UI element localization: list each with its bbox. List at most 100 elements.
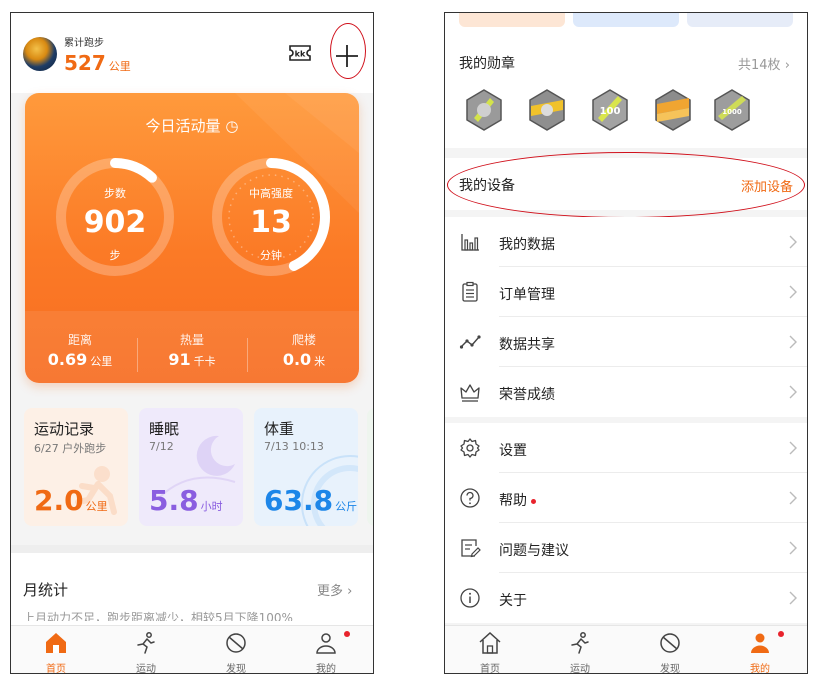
- exercise-record-card[interactable]: 运动记录 6/27 户外跑步 2.0 公里: [24, 408, 128, 526]
- gear-icon: [460, 438, 480, 458]
- avatar[interactable]: [23, 37, 57, 71]
- monthly-more-link[interactable]: 更多 ›: [317, 580, 352, 599]
- notification-dot: [344, 631, 350, 637]
- steps-unit: 步: [109, 249, 121, 262]
- total-run-value: 527: [64, 51, 106, 75]
- annotation-circle-add: [330, 23, 366, 79]
- weight-card[interactable]: 体重 7/13 10:13 63.8 公斤: [254, 408, 358, 526]
- sleep-title: 睡眠: [149, 420, 180, 438]
- chevron-right-icon: [789, 235, 797, 249]
- chevron-right-icon: [789, 335, 797, 349]
- menu-row-about[interactable]: 关于: [445, 573, 807, 623]
- medals-count-link[interactable]: 共14枚 ›: [738, 54, 790, 73]
- floors-value: 0.0: [282, 350, 312, 369]
- steps-value: 902: [83, 205, 147, 240]
- calories-value: 91: [168, 350, 191, 369]
- medal-badge-5[interactable]: 1000: [710, 88, 754, 132]
- menu-label: 问题与建议: [499, 543, 569, 559]
- menu-row-help[interactable]: 帮助: [445, 473, 807, 523]
- tab-home[interactable]: 首页: [11, 626, 101, 674]
- planet-icon: [226, 633, 246, 653]
- home-icon: [46, 633, 66, 653]
- weight-title: 体重: [264, 420, 295, 438]
- menu-row-feedback[interactable]: 问题与建议: [445, 523, 807, 573]
- chevron-right-icon: [789, 441, 797, 455]
- sleep-card[interactable]: 睡眠 7/12 5.8 小时: [139, 408, 243, 526]
- home-icon: [479, 631, 501, 654]
- chevron-right-icon: ›: [784, 58, 790, 73]
- tab-sport-label: 运动: [136, 664, 156, 674]
- runner-icon: [137, 632, 155, 654]
- clock-icon: ◷: [225, 117, 239, 135]
- tab-discover[interactable]: 发现: [191, 626, 281, 673]
- menu-row-data-share[interactable]: 数据共享: [445, 317, 807, 367]
- tab-me-label: 我的: [316, 664, 336, 674]
- medals-section: 我的勋章 共14枚 › 100 1000: [445, 13, 807, 148]
- steps-label: 步数: [104, 187, 126, 200]
- next-card-peek: [367, 408, 373, 526]
- sleep-subtitle: 7/12: [149, 440, 174, 453]
- distance-stat: 距离 0.69 公里: [25, 331, 135, 369]
- menu-label: 荣誉成绩: [499, 387, 555, 403]
- floors-stat: 爬楼 0.0 米: [249, 331, 359, 369]
- annotation-circle-devices: [447, 152, 805, 218]
- medal-badge-3[interactable]: 100: [588, 88, 632, 132]
- menu-label: 帮助: [499, 490, 536, 510]
- menu-label: 我的数据: [499, 237, 555, 253]
- exercise-record-value: 2.0 公里: [34, 484, 108, 517]
- kk-ticket-icon[interactable]: kk: [287, 43, 313, 63]
- distance-unit: 公里: [90, 355, 113, 368]
- bottom-tab-bar: 首页 运动 发现 我的: [11, 625, 373, 674]
- tab-home-label: 首页: [480, 664, 500, 674]
- home-header: 累计跑步 527 公里 kk: [11, 13, 373, 93]
- menu-label: 关于: [499, 593, 527, 609]
- weight-subtitle: 7/13 10:13: [264, 440, 324, 453]
- notification-dot: [778, 631, 784, 637]
- chevron-right-icon: [789, 491, 797, 505]
- floors-label: 爬楼: [291, 333, 316, 347]
- summary-tile: [687, 13, 793, 27]
- floors-unit: 米: [314, 355, 326, 368]
- planet-icon: [660, 633, 680, 653]
- tab-discover[interactable]: 发现: [625, 626, 715, 673]
- medals-title: 我的勋章: [459, 56, 515, 72]
- weight-value: 63.8 公斤: [264, 484, 358, 517]
- menu-row-settings[interactable]: 设置: [445, 423, 807, 473]
- activity-card[interactable]: 今日活动量 ◷ 步数 902 步 中高强度 13 分钟 距离 0.69 公里 热量…: [25, 93, 359, 383]
- feedback-icon: [461, 539, 481, 558]
- medal-badge-4[interactable]: [651, 88, 695, 132]
- exercise-record-title: 运动记录: [34, 420, 95, 438]
- svg-text:1000: 1000: [722, 108, 742, 116]
- bottom-tab-bar: 首页 运动 发现 我的: [445, 625, 807, 674]
- menu-row-my-data[interactable]: 我的数据: [445, 217, 807, 267]
- bar-chart-icon: [461, 234, 479, 251]
- activity-title: 今日活动量 ◷: [145, 117, 239, 135]
- menu-row-honors[interactable]: 荣誉成绩: [445, 367, 807, 417]
- total-run-unit: 公里: [108, 60, 131, 73]
- share-line-icon: [459, 335, 481, 349]
- info-icon: [460, 588, 480, 608]
- chevron-right-icon: [789, 591, 797, 605]
- chevron-right-icon: [789, 285, 797, 299]
- calories-stat: 热量 91 千卡: [137, 331, 247, 369]
- user-icon: [316, 633, 336, 654]
- tab-me[interactable]: 我的: [715, 626, 805, 673]
- chevron-right-icon: [789, 385, 797, 399]
- intensity-label: 中高强度: [249, 187, 293, 200]
- clipboard-icon: [462, 281, 478, 302]
- medal-badge-1[interactable]: [462, 88, 506, 132]
- medal-badge-2[interactable]: [525, 88, 569, 132]
- svg-text:kk: kk: [295, 50, 306, 59]
- tab-sport[interactable]: 运动: [101, 626, 191, 674]
- tab-me[interactable]: 我的: [281, 626, 371, 674]
- total-run-distance[interactable]: 527 公里: [64, 51, 131, 75]
- calories-unit: 千卡: [193, 355, 216, 368]
- menu-row-orders[interactable]: 订单管理: [445, 267, 807, 317]
- tab-home[interactable]: 首页: [445, 626, 535, 674]
- monthly-summary: 上月动力不足，跑步距离减少，相较5月下降100%: [23, 611, 293, 621]
- exercise-record-subtitle: 6/27 户外跑步: [34, 442, 107, 455]
- tab-sport[interactable]: 运动: [535, 626, 625, 673]
- svg-text:100: 100: [600, 106, 621, 117]
- tab-home-label: 首页: [46, 664, 66, 674]
- user-icon: [751, 633, 769, 653]
